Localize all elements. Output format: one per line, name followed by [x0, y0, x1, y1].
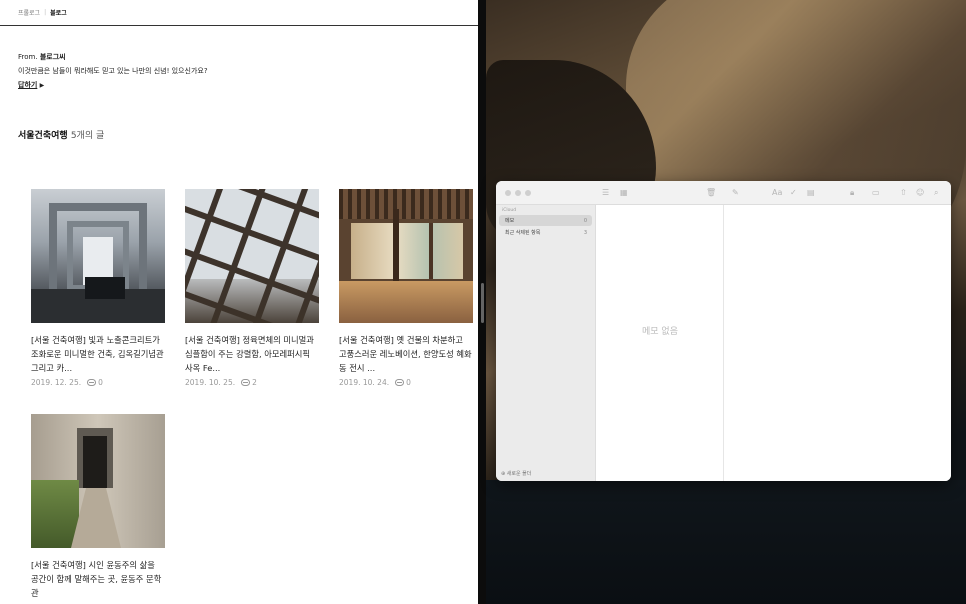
format-icon[interactable]: Aa: [772, 187, 782, 199]
tab-separator: |: [44, 9, 47, 16]
comment-icon: [241, 379, 251, 386]
table-icon[interactable]: ▤: [807, 187, 815, 199]
tab-blog[interactable]: 블로그: [50, 8, 67, 17]
window-controls: [505, 190, 531, 196]
new-folder-button[interactable]: ⊕ 새로운 폴더: [501, 470, 531, 477]
folder-count: 3: [583, 229, 587, 236]
trash-icon[interactable]: 🗑︎: [706, 187, 716, 199]
post-title[interactable]: [서울 건축여행] 정육면체의 미니멀과 심플함이 주는 강렬함, 아모레퍼시픽…: [185, 333, 319, 375]
lock-icon[interactable]: 🔒︎: [850, 187, 854, 199]
comment-icon: [87, 379, 97, 386]
post-thumbnail[interactable]: [31, 189, 165, 323]
folder-count: 0: [583, 217, 587, 224]
comment-icon: [395, 379, 405, 386]
post-date: 2019. 12. 25.: [31, 378, 82, 387]
post-card[interactable]: [서울 건축여행] 빛과 노출콘크리트가 조화로운 미니멀한 건축, 김옥길기념…: [31, 189, 165, 387]
comment-count[interactable]: 0: [406, 378, 411, 387]
post-thumbnail[interactable]: [339, 189, 473, 323]
reply-link[interactable]: 답하기 ▶: [18, 78, 208, 93]
post-title[interactable]: [서울 건축여행] 시인 윤동주의 삶을 공간이 함께 말해주는 곳, 윤동주 …: [31, 558, 165, 600]
checklist-icon[interactable]: ✓: [790, 187, 797, 199]
collaborate-icon[interactable]: ☺: [916, 187, 924, 199]
blog-tab-bar: 프롤로그 | 블로그: [0, 0, 478, 26]
post-date: 2019. 10. 24.: [339, 378, 390, 387]
tab-prologue[interactable]: 프롤로그: [18, 8, 40, 17]
post-count: 5개의 글: [70, 131, 105, 141]
note-editor[interactable]: [724, 205, 951, 481]
minimize-button[interactable]: [515, 190, 521, 196]
share-icon[interactable]: ⇧: [900, 187, 907, 199]
compose-icon[interactable]: ✎: [732, 187, 739, 199]
post-title[interactable]: [서울 건축여행] 옛 건물의 차분하고 고풍스러운 레노베이션, 한양도성 혜…: [339, 333, 473, 375]
wallpaper-sea: [486, 480, 966, 604]
post-thumbnail[interactable]: [185, 189, 319, 323]
prompt-question: 이것만큼은 남들이 뭐라해도 믿고 있는 나만의 신념! 있으신가요?: [18, 67, 208, 75]
folder-notes[interactable]: 메모 0: [499, 215, 592, 226]
blog-prompt: From. 블로그씨 이것만큼은 남들이 뭐라해도 믿고 있는 나만의 신념! …: [18, 50, 208, 93]
category-heading: 서울건축여행 5개의 글: [18, 128, 104, 141]
reply-label[interactable]: 답하기: [18, 81, 37, 89]
notes-sidebar: iCloud 메모 0 최근 삭제된 항목 3 ⊕ 새로운 폴더: [496, 205, 596, 481]
gallery-view-icon[interactable]: ▦: [620, 187, 628, 199]
post-meta: 2019. 10. 24. 0: [339, 378, 473, 387]
attachment-icon[interactable]: ▭: [872, 187, 880, 199]
empty-notes-message: 메모 없음: [642, 327, 678, 337]
post-card[interactable]: [서울 건축여행] 시인 윤동주의 삶을 공간이 함께 말해주는 곳, 윤동주 …: [31, 414, 165, 600]
category-name[interactable]: 서울건축여행: [18, 131, 68, 141]
folder-recently-deleted[interactable]: 최근 삭제된 항목 3: [499, 227, 592, 238]
search-icon[interactable]: ⌕: [934, 187, 938, 199]
notes-list: 메모 없음: [596, 205, 724, 481]
post-card[interactable]: [서울 건축여행] 옛 건물의 차분하고 고풍스러운 레노베이션, 한양도성 혜…: [339, 189, 473, 387]
folder-label: 메모: [505, 218, 515, 224]
list-view-icon[interactable]: ☰: [602, 187, 609, 199]
new-folder-label: 새로운 폴더: [506, 471, 532, 477]
zoom-button[interactable]: [525, 190, 531, 196]
comment-count[interactable]: 2: [252, 378, 257, 387]
post-meta: 2019. 10. 25. 2: [185, 378, 319, 387]
from-label: From.: [18, 53, 38, 61]
notes-toolbar: ☰ ▦ 🗑︎ ✎ Aa ✓ ▤ 🔒︎ ▭ ⇧ ☺ ⌕: [496, 181, 951, 205]
post-card[interactable]: [서울 건축여행] 정육면체의 미니멀과 심플함이 주는 강렬함, 아모레퍼시픽…: [185, 189, 319, 387]
from-line: From. 블로그씨: [18, 50, 208, 64]
post-title[interactable]: [서울 건축여행] 빛과 노출콘크리트가 조화로운 미니멀한 건축, 김옥길기념…: [31, 333, 165, 375]
from-name[interactable]: 블로그씨: [40, 53, 66, 61]
post-thumbnail[interactable]: [31, 414, 165, 548]
play-arrow-icon: ▶: [39, 82, 45, 89]
split-handle[interactable]: [481, 283, 484, 323]
plus-circle-icon: ⊕: [501, 471, 506, 477]
comment-count[interactable]: 0: [98, 378, 103, 387]
close-button[interactable]: [505, 190, 511, 196]
post-meta: 2019. 12. 25. 0: [31, 378, 165, 387]
folder-label: 최근 삭제된 항목: [505, 230, 541, 236]
blog-pane: 프롤로그 | 블로그 From. 블로그씨 이것만큼은 남들이 뭐라해도 믿고 …: [0, 0, 478, 604]
notes-window: ☰ ▦ 🗑︎ ✎ Aa ✓ ▤ 🔒︎ ▭ ⇧ ☺ ⌕ iCloud 메모 0 최…: [496, 181, 951, 481]
post-date: 2019. 10. 25.: [185, 378, 236, 387]
account-label: iCloud: [502, 208, 517, 213]
